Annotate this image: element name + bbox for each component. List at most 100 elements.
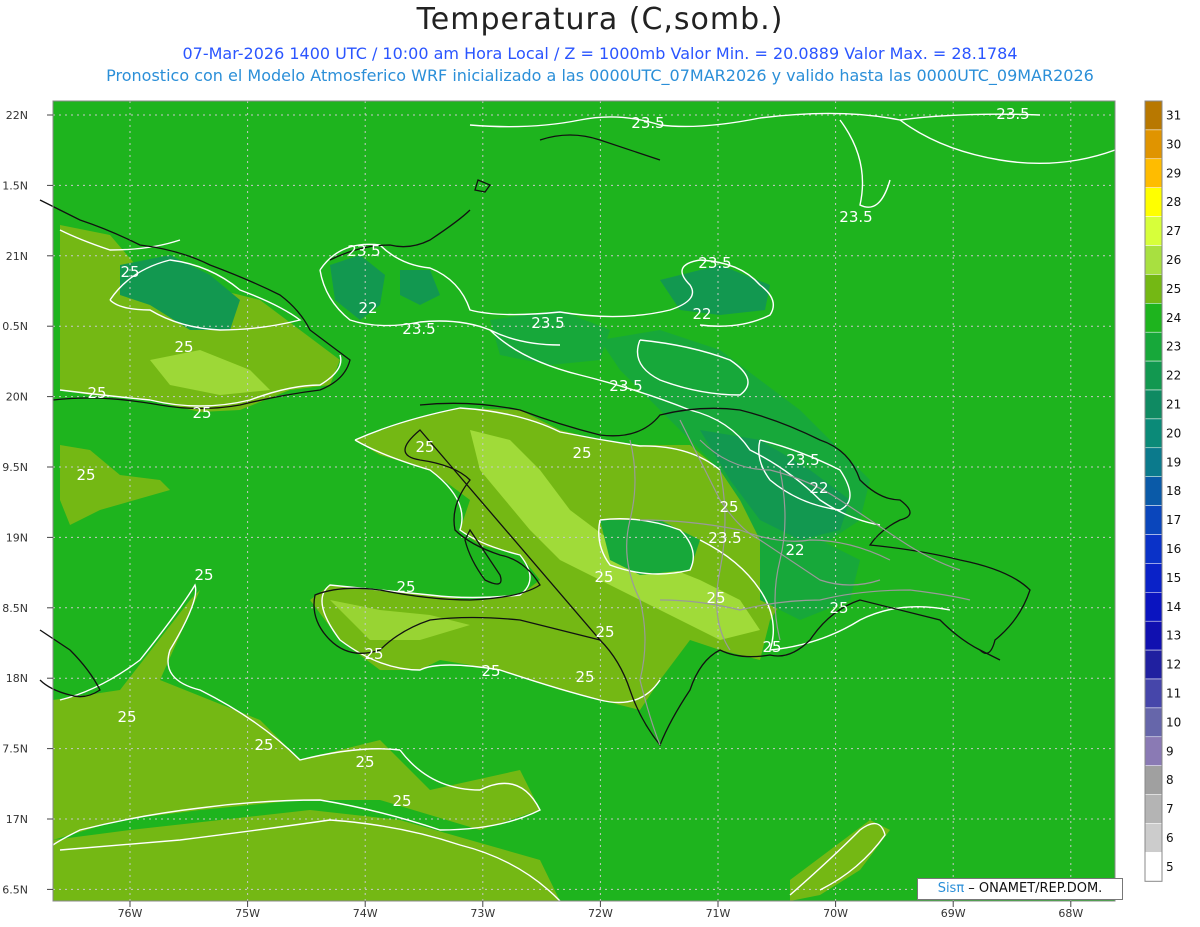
lon-label: 71W [706, 907, 731, 920]
contour-label: 25 [355, 753, 374, 771]
lat-label: 8.5N [2, 602, 28, 615]
colorbar-label: 14 [1166, 600, 1181, 614]
contour-label: 22 [692, 305, 711, 323]
contour-label: 25 [481, 662, 500, 680]
contour-label: 25 [829, 599, 848, 617]
colorbar-swatch [1144, 216, 1163, 246]
colorbar-label: 26 [1166, 253, 1181, 267]
colorbar-label: 16 [1166, 542, 1181, 556]
contour-label: 25 [120, 263, 139, 281]
contour-label: 25 [706, 589, 725, 607]
contour-label: 22 [785, 541, 804, 559]
contour-label: 25 [364, 645, 383, 663]
contour-label: 23.5 [402, 320, 435, 338]
colorbar-swatch [1144, 303, 1163, 333]
lon-label: 74W [353, 907, 378, 920]
temperature-field [53, 101, 1115, 901]
colorbar-label: 6 [1166, 831, 1174, 845]
colorbar-swatch [1144, 158, 1163, 188]
lon-label: 69W [941, 907, 966, 920]
colorbar-swatch [1144, 418, 1163, 449]
lat-label: 18N [6, 672, 28, 685]
colorbar-swatch [1144, 823, 1163, 853]
colorbar-label: 10 [1166, 715, 1181, 729]
colorbar-swatch [1144, 678, 1163, 709]
colorbar-label: 9 [1166, 744, 1174, 758]
colorbar-swatch [1144, 534, 1163, 564]
lat-label: 20N [6, 391, 28, 404]
contour-label: 23.5 [786, 451, 819, 469]
contour-label: 25 [117, 708, 136, 726]
colorbar-label: 25 [1166, 282, 1181, 296]
colorbar-label: 22 [1166, 369, 1181, 383]
lon-label: 68W [1058, 907, 1083, 920]
colorbar-label: 31 [1166, 108, 1181, 122]
colorbar: 31 30 29 28 27 26 25 24 23 22 21 20 19 18 17 16 15 14 13 12… [1144, 100, 1181, 882]
credit-text: – ONAMET/REP.DOM. [964, 881, 1103, 896]
contour-label: 23.5 [531, 314, 564, 332]
lon-label: 72W [588, 907, 613, 920]
contour-label: 23.5 [347, 242, 380, 260]
colorbar-swatch [1144, 505, 1163, 535]
contour-label: 25 [595, 623, 614, 641]
contour-label: 23.5 [839, 208, 872, 226]
lon-label: 70W [823, 907, 848, 920]
colorbar-swatch [1144, 129, 1163, 160]
colorbar-swatch [1144, 476, 1163, 506]
lat-label: 0.5N [2, 320, 28, 333]
lat-label: 17N [6, 813, 28, 826]
colorbar-swatch [1144, 794, 1163, 824]
colorbar-swatch [1144, 389, 1163, 420]
contour-label: 25 [396, 578, 415, 596]
lat-label: 9.5N [2, 461, 28, 474]
colorbar-label: 8 [1166, 773, 1174, 787]
lon-label: 75W [235, 907, 260, 920]
colorbar-swatch [1144, 592, 1163, 622]
lat-label: 7.5N [2, 743, 28, 756]
colorbar-label: 5 [1166, 860, 1174, 874]
colorbar-label: 23 [1166, 340, 1181, 354]
lat-label: 19N [6, 531, 28, 544]
colorbar-label: 11 [1166, 686, 1181, 700]
lat-label: 21N [6, 250, 28, 263]
sispi-logo: Sisπ [937, 881, 965, 896]
colorbar-label: 21 [1166, 397, 1181, 411]
colorbar-label: 17 [1166, 513, 1181, 527]
contour-label: 25 [392, 792, 411, 810]
colorbar-label: 13 [1166, 629, 1181, 643]
colorbar-label: 12 [1166, 658, 1181, 672]
map-canvas: 23.5 23.5 23.5 23.5 23.5 23.5 23.5 23.5 23.5 23.5… [2, 100, 1181, 920]
lat-label: 1.5N [2, 179, 28, 192]
colorbar-swatch [1144, 360, 1163, 391]
contour-label: 23.5 [996, 105, 1029, 123]
contour-label: 25 [572, 444, 591, 462]
contour-label: 23.5 [631, 114, 664, 132]
contour-label: 25 [76, 466, 95, 484]
colorbar-label: 18 [1166, 484, 1181, 498]
contour-label: 25 [192, 404, 211, 422]
contour-label: 23.5 [698, 254, 731, 272]
lat-label: 6.5N [2, 883, 28, 896]
colorbar-label: 15 [1166, 571, 1181, 585]
longitude-labels: 76W 75W 74W 73W 72W 71W 70W 69W 68W [118, 901, 1083, 920]
contour-label: 25 [87, 384, 106, 402]
colorbar-swatch [1144, 736, 1163, 766]
colorbar-swatch [1144, 620, 1163, 651]
contour-label: 25 [174, 338, 193, 356]
contour-label: 22 [358, 299, 377, 317]
colorbar-label: 24 [1166, 311, 1181, 325]
colorbar-swatch [1144, 707, 1163, 738]
lon-label: 73W [470, 907, 495, 920]
contour-label: 25 [415, 438, 434, 456]
contour-label: 25 [762, 638, 781, 656]
colorbar-swatch [1144, 765, 1163, 795]
colorbar-swatch [1144, 447, 1163, 477]
latitude-labels: 22N 1.5N 21N 0.5N 20N 9.5N 19N 8.5N 18N 7.5N 17N 6.… [2, 109, 53, 896]
colorbar-label: 29 [1166, 166, 1181, 180]
colorbar-label: 19 [1166, 455, 1181, 469]
colorbar-swatch [1144, 563, 1163, 593]
contour-label: 25 [254, 736, 273, 754]
contour-label: 22 [809, 479, 828, 497]
colorbar-label: 28 [1166, 195, 1181, 209]
colorbar-swatch [1144, 274, 1163, 304]
